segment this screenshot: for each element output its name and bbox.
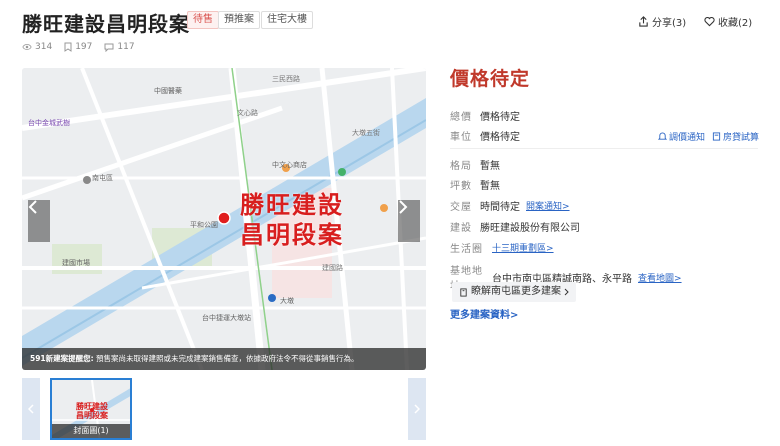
chevron-right-icon xyxy=(399,200,408,214)
share-label: 分享(3) xyxy=(652,18,687,29)
comments-stat: 117 xyxy=(104,42,135,52)
zone-link[interactable]: 十三期重劃區> xyxy=(492,241,554,254)
map-label-street2: 文心路 xyxy=(237,109,258,117)
thumbnail-strip: 勝旺建設 昌明段案 封面圖(1) xyxy=(22,378,426,440)
map-label-jianguo: 建國市場 xyxy=(62,259,90,267)
zone-row: 生活圈 十三期重劃區> xyxy=(450,240,554,255)
type-tag: 住宅大樓 xyxy=(261,11,313,29)
builder-row: 建設 勝旺建設股份有限公司 xyxy=(450,223,580,234)
thumb-caption: 封面圖(1) xyxy=(52,424,130,438)
price-notify-link[interactable]: 調價通知 xyxy=(658,130,705,143)
building-icon xyxy=(460,287,467,297)
main-image[interactable]: 中國醫藥 台中金城武樹 南屯區 建國市場 平和公園 中文心商店 大墩 台中捷運大… xyxy=(22,68,426,370)
map-label-dadun: 大墩 xyxy=(280,297,294,305)
presale-tag: 預推案 xyxy=(218,11,260,29)
map-label-hall: 中國醫藥 xyxy=(154,87,182,95)
favorite-button[interactable]: 收藏(2) xyxy=(704,14,752,29)
favorite-label: 收藏(2) xyxy=(718,18,753,29)
total-price-row: 總價 價格待定 xyxy=(450,112,520,123)
chevron-right-icon xyxy=(414,404,420,414)
share-icon xyxy=(639,16,648,27)
status-tag: 待售 xyxy=(187,11,219,29)
heart-icon xyxy=(704,16,715,27)
next-image-button[interactable] xyxy=(398,200,420,242)
map-label-street4: 大墩五街 xyxy=(352,129,380,137)
divider xyxy=(450,148,758,149)
stats-bar: 314 197 117 xyxy=(22,42,135,52)
chevron-right-icon xyxy=(564,288,569,296)
page-title: 勝旺建設昌明段案 xyxy=(22,12,190,36)
eye-icon xyxy=(22,44,32,50)
presale-disclaimer: 591新建案提醒您: 預售案尚未取得建照或未完成建案銷售備查，依據政府法令不得從… xyxy=(22,348,426,370)
thumb-prev-button[interactable] xyxy=(22,378,40,440)
more-area-projects-button[interactable]: 瞭解南屯區更多建案 xyxy=(452,282,576,302)
map-label-station: 台中捷運大墩站 xyxy=(202,314,251,322)
handover-row: 交屋 時間待定 開案通知> xyxy=(450,198,570,213)
map-graphic xyxy=(22,68,426,370)
parking-row: 車位 價格待定 xyxy=(450,132,520,143)
views-stat: 314 xyxy=(22,42,52,52)
map-label-shopping: 中文心商店 xyxy=(272,161,307,169)
project-overlay-title: 勝旺建設 昌明段案 xyxy=(240,191,344,249)
launch-notify-link[interactable]: 開案通知> xyxy=(526,199,570,212)
area-row: 坪數 暫無 xyxy=(450,181,500,192)
bell-icon xyxy=(658,132,667,140)
prev-image-button[interactable] xyxy=(28,200,50,242)
map-label-plaza: 平和公園 xyxy=(190,221,218,229)
info-panel: 價格待定 總價 價格待定 車位 價格待定 調價通知 房貸試算 格局 暫無 坪數 … xyxy=(450,64,760,321)
chevron-left-icon xyxy=(28,404,34,414)
loan-calc-link[interactable]: 房貸試算 xyxy=(712,130,759,143)
chevron-left-icon xyxy=(28,200,37,214)
calculator-icon xyxy=(712,132,721,141)
layout-row: 格局 暫無 xyxy=(450,161,500,172)
map-label-wucheng: 台中金城武樹 xyxy=(28,119,70,127)
view-map-link[interactable]: 查看地圖> xyxy=(638,271,682,284)
more-project-info-link[interactable]: 更多建案資料> xyxy=(450,306,518,321)
thumbnail-cover[interactable]: 勝旺建設 昌明段案 封面圖(1) xyxy=(50,378,132,440)
bookmark-icon xyxy=(64,42,72,52)
map-label-street3: 建國路 xyxy=(322,264,343,272)
share-button[interactable]: 分享(3) xyxy=(638,14,686,29)
thumb-next-button[interactable] xyxy=(408,378,426,440)
saves-stat: 197 xyxy=(64,42,92,52)
map-label-street1: 三民西路 xyxy=(272,75,300,83)
map-label-nanqu: 南屯區 xyxy=(92,174,113,182)
price-heading: 價格待定 xyxy=(450,68,531,90)
thumb-overlay-title: 勝旺建設 昌明段案 xyxy=(76,402,108,420)
comment-icon xyxy=(104,43,114,52)
